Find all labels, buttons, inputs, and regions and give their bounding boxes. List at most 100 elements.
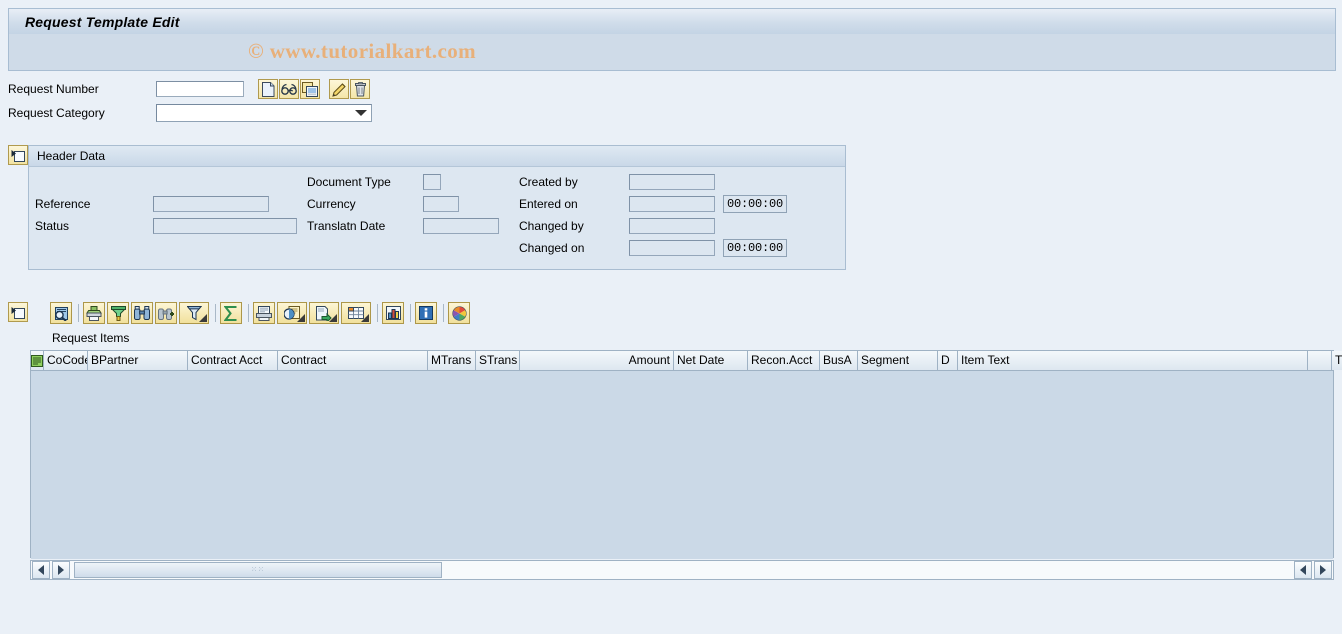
select-all-icon[interactable] xyxy=(31,351,44,370)
reference-label: Reference xyxy=(35,197,91,211)
entered-on-time[interactable]: 00:00:00 xyxy=(723,195,788,213)
grid-column-header[interactable] xyxy=(1308,351,1332,370)
created-by-field[interactable] xyxy=(629,174,715,190)
changed-on-label: Changed on xyxy=(519,241,585,255)
grid-column-header[interactable]: Recon.Acct xyxy=(748,351,820,370)
alv-toolbar xyxy=(50,302,472,324)
translation-date-label: Translatn Date xyxy=(307,219,386,233)
changed-by-field[interactable] xyxy=(629,218,715,234)
grid-column-header[interactable]: CoCode xyxy=(44,351,88,370)
entered-on-label: Entered on xyxy=(519,197,578,211)
currency-field[interactable] xyxy=(423,196,459,212)
scrollbar-grip: ⁙⁙ xyxy=(251,566,265,574)
request-number-row: Request Number xyxy=(8,78,372,100)
grid-header-row: CoCode BPartner Contract Acct Contract MTran… xyxy=(31,351,1342,371)
changed-by-row: Changed by xyxy=(519,217,715,235)
grid-column-header[interactable]: STrans xyxy=(476,351,520,370)
request-items-group-icon[interactable] xyxy=(8,302,28,322)
chevron-down-icon xyxy=(329,314,337,322)
request-items-grid: CoCode BPartner Contract Acct Contract MTran… xyxy=(30,350,1342,559)
grid-column-header[interactable]: D xyxy=(938,351,958,370)
sort-button[interactable] xyxy=(107,302,129,324)
toolbar-separator xyxy=(78,304,79,322)
request-items-title: Request Items xyxy=(52,331,130,345)
scroll-right-icon-right[interactable] xyxy=(1314,561,1332,579)
grid-column-header[interactable]: MTrans xyxy=(428,351,476,370)
reference-field[interactable] xyxy=(153,196,269,212)
display-button[interactable] xyxy=(279,79,299,99)
translation-date-field[interactable] xyxy=(423,218,499,234)
header-data-panel: Header Data Reference Status Document Ty… xyxy=(28,145,846,270)
graphic-button[interactable] xyxy=(382,302,404,324)
delete-button[interactable] xyxy=(350,79,370,99)
selection-criteria: Request Number Request Category xyxy=(8,78,372,126)
grid-column-header[interactable]: Item Text xyxy=(958,351,1308,370)
changed-on-time[interactable]: 00:00:00 xyxy=(723,239,788,257)
created-by-label: Created by xyxy=(519,175,578,189)
details-button[interactable] xyxy=(50,302,72,324)
chevron-down-icon xyxy=(297,314,305,322)
sap-gui-screen: Request Template Edit © www.tutorialkart… xyxy=(0,0,1342,634)
request-number-input[interactable] xyxy=(156,81,244,97)
grid-column-header[interactable]: Tx xyxy=(1332,351,1342,370)
document-type-field[interactable] xyxy=(423,174,441,190)
export-button[interactable] xyxy=(309,302,339,324)
reference-row: Reference xyxy=(35,195,269,213)
request-category-label: Request Category xyxy=(8,106,105,120)
scroll-right-icon[interactable] xyxy=(52,561,70,579)
filter-button[interactable] xyxy=(179,302,209,324)
document-type-label: Document Type xyxy=(307,175,391,189)
entered-on-row: Entered on 00:00:00 xyxy=(519,195,788,213)
scroll-left-icon-right[interactable] xyxy=(1294,561,1312,579)
changed-on-field[interactable] xyxy=(629,240,715,256)
status-field[interactable] xyxy=(153,218,297,234)
edit-button[interactable] xyxy=(329,79,349,99)
settings-button[interactable] xyxy=(448,302,470,324)
request-number-label: Request Number xyxy=(8,82,99,96)
grid-column-header[interactable]: Segment xyxy=(858,351,938,370)
grid-column-header[interactable]: Contract xyxy=(278,351,428,370)
request-category-row: Request Category xyxy=(8,102,372,124)
find-next-button[interactable] xyxy=(155,302,177,324)
changed-on-row: Changed on 00:00:00 xyxy=(519,239,788,257)
currency-row: Currency xyxy=(307,195,459,213)
toolbar-separator xyxy=(215,304,216,322)
document-type-row: Document Type xyxy=(307,173,441,191)
scrollbar-thumb[interactable]: ⁙⁙ xyxy=(74,562,442,578)
create-button[interactable] xyxy=(258,79,278,99)
status-row: Status xyxy=(35,217,297,235)
grid-column-header[interactable]: Amount xyxy=(520,351,674,370)
grid-column-header[interactable]: BusA xyxy=(820,351,858,370)
toolbar-separator xyxy=(443,304,444,322)
copy-button[interactable] xyxy=(300,79,320,99)
find-button[interactable] xyxy=(131,302,153,324)
currency-label: Currency xyxy=(307,197,356,211)
watermark-text: © www.tutorialkart.com xyxy=(248,39,477,63)
status-label: Status xyxy=(35,219,70,233)
toolbar-separator xyxy=(377,304,378,322)
grid-body[interactable] xyxy=(31,371,1333,559)
entered-on-field[interactable] xyxy=(629,196,715,212)
record-action-toolbar xyxy=(258,79,371,99)
local-file-button[interactable] xyxy=(277,302,307,324)
print-preview-button[interactable] xyxy=(253,302,275,324)
print-button[interactable] xyxy=(83,302,105,324)
title-sub-bar xyxy=(8,34,1336,71)
chevron-down-icon xyxy=(199,314,207,322)
total-button[interactable] xyxy=(220,302,242,324)
grid-column-header[interactable]: Contract Acct xyxy=(188,351,278,370)
toolbar-separator xyxy=(248,304,249,322)
header-data-group-icon[interactable] xyxy=(8,145,28,165)
layout-button[interactable] xyxy=(341,302,371,324)
header-data-body: Reference Status Document Type Currency … xyxy=(29,167,845,270)
request-category-dropdown[interactable] xyxy=(156,104,372,122)
translation-date-row: Translatn Date xyxy=(307,217,499,235)
chevron-down-icon xyxy=(355,110,367,116)
scroll-left-icon[interactable] xyxy=(32,561,50,579)
created-by-row: Created by xyxy=(519,173,715,191)
info-button[interactable] xyxy=(415,302,437,324)
page-title: Request Template Edit xyxy=(25,14,180,30)
grid-column-header[interactable]: BPartner xyxy=(88,351,188,370)
horizontal-scrollbar[interactable]: ⁙⁙ xyxy=(30,560,1334,580)
grid-column-header[interactable]: Net Date xyxy=(674,351,748,370)
